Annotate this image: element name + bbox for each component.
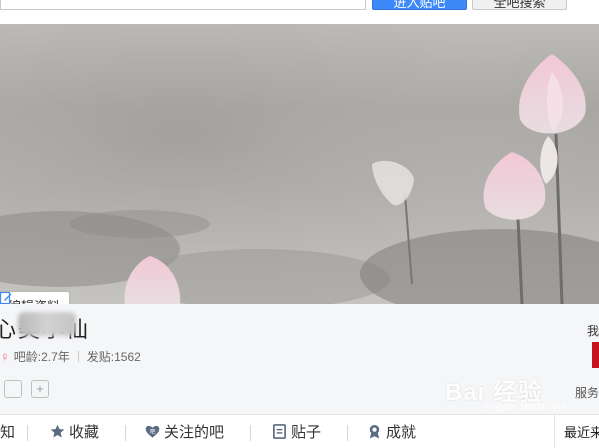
add-badge-icon[interactable]: +	[31, 380, 49, 398]
tab-favorites[interactable]: 收藏	[50, 415, 99, 448]
top-search-bar: 进入贴吧 全吧搜索	[0, 0, 599, 24]
bar-age: 吧龄:2.7年	[13, 350, 70, 364]
svg-text:吧: 吧	[150, 428, 156, 435]
tab-label: 知	[0, 424, 16, 441]
star-icon	[50, 424, 65, 438]
profile-tab-bar: 知 收藏 吧 关注的吧 贴子 成就 最近来	[0, 414, 599, 448]
tab-label: 成就	[386, 424, 417, 441]
tab-label: 关注的吧	[164, 424, 225, 441]
username-blur	[18, 312, 76, 336]
search-input[interactable]	[0, 0, 366, 10]
medal-icon	[369, 424, 380, 439]
edit-profile-label: 编辑资料	[8, 296, 60, 305]
red-action-button[interactable]	[592, 342, 599, 368]
heart-icon: 吧	[145, 425, 160, 438]
service-label: 服务	[575, 386, 599, 400]
profile-banner: 编辑资料	[0, 24, 599, 304]
lotus-painting	[0, 24, 599, 304]
tab-divider	[27, 425, 28, 441]
search-all-button[interactable]: 全吧搜索	[472, 0, 567, 10]
watermark-url: jingyan.baidu.com	[486, 401, 567, 412]
tab-label: 收藏	[69, 424, 100, 441]
enter-bar-button[interactable]: 进入贴吧	[372, 0, 467, 10]
tab-posts[interactable]: 贴子	[272, 415, 321, 448]
recent-visitors-tab[interactable]: 最近来	[554, 415, 599, 448]
tab-divider	[125, 425, 126, 441]
female-icon: ♀	[0, 349, 10, 364]
edit-profile-button[interactable]: 编辑资料	[0, 292, 70, 305]
right-panel-label: 我	[587, 324, 599, 338]
profile-stats: ♀ 吧龄:2.7年 发贴:1562	[0, 348, 141, 365]
tab-divider	[347, 425, 348, 441]
tab-knowledge[interactable]: 知	[0, 415, 15, 448]
tab-label: 贴子	[291, 424, 322, 441]
document-icon	[273, 424, 286, 439]
tab-followed-bars[interactable]: 吧 关注的吧	[145, 415, 224, 448]
badge-slot-icon[interactable]	[4, 380, 22, 398]
stats-divider	[77, 351, 79, 362]
tab-divider	[250, 425, 251, 441]
tab-achievements[interactable]: 成就	[367, 415, 416, 448]
post-count: 发贴:1562	[86, 350, 141, 364]
edit-icon	[0, 292, 12, 304]
